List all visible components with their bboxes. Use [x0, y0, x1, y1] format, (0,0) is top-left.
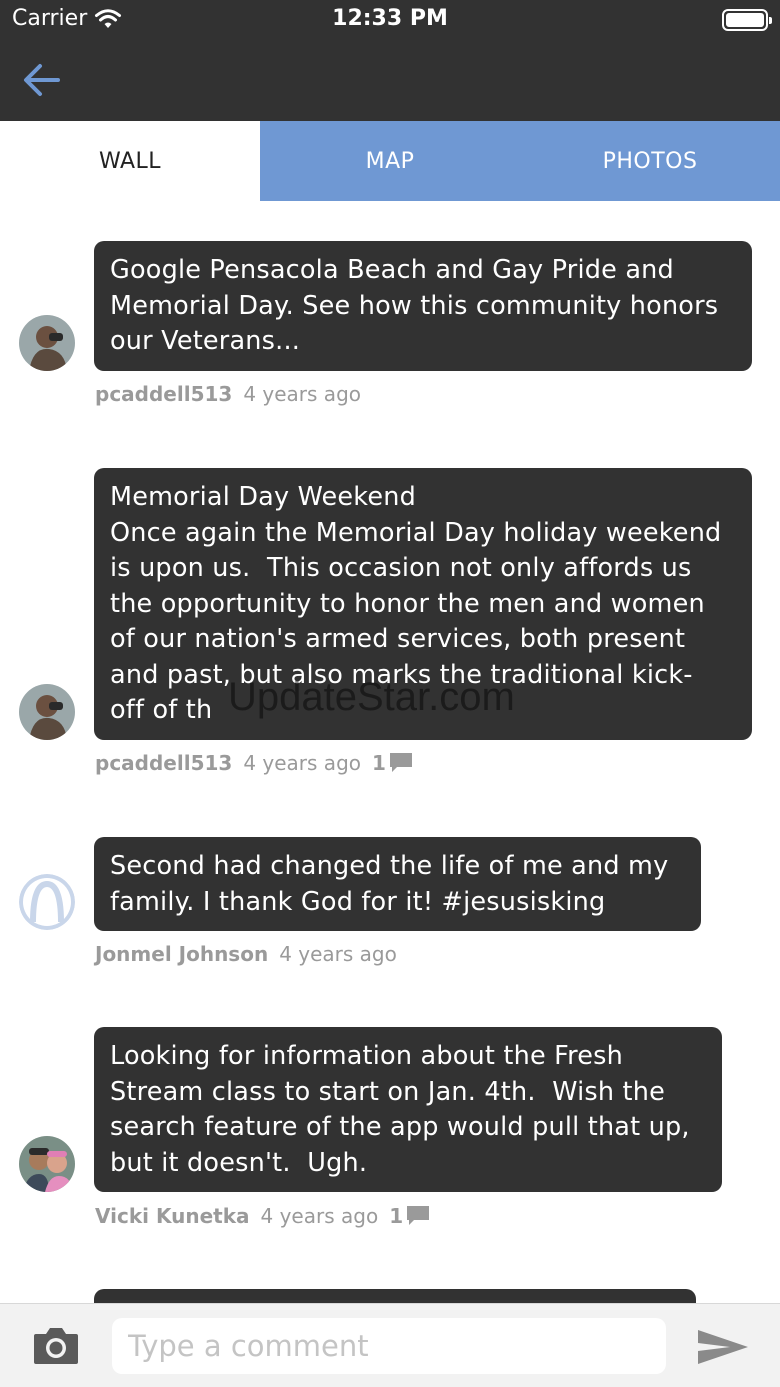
- post-timestamp: 4 years ago: [260, 1204, 379, 1228]
- post-bubble[interactable]: Second had changed the life of me and my…: [94, 837, 701, 931]
- post-meta: Jonmel Johnson 4 years ago: [95, 942, 408, 966]
- post-bubble[interactable]: Looking for information about the Fresh …: [94, 1027, 722, 1192]
- post-bubble[interactable]: [94, 1289, 696, 1303]
- avatar[interactable]: [19, 1136, 75, 1192]
- post-meta: Vicki Kunetka 4 years ago 1: [95, 1204, 430, 1228]
- comment-bubble-icon[interactable]: [406, 1205, 430, 1227]
- tab-photos[interactable]: PHOTOS: [520, 121, 780, 201]
- comment-count[interactable]: 1: [372, 751, 386, 775]
- comment-input[interactable]: [112, 1318, 666, 1374]
- post-bubble[interactable]: Google Pensacola Beach and Gay Pride and…: [94, 241, 752, 371]
- wall-feed[interactable]: Google Pensacola Beach and Gay Pride and…: [0, 201, 780, 1303]
- post-timestamp: 4 years ago: [243, 751, 361, 775]
- post-timestamp: 4 years ago: [279, 942, 397, 966]
- avatar[interactable]: [19, 315, 75, 371]
- post-author[interactable]: pcaddell513: [95, 751, 232, 775]
- avatar[interactable]: [19, 684, 75, 740]
- send-icon[interactable]: [696, 1326, 750, 1368]
- post-author[interactable]: Vicki Kunetka: [95, 1204, 250, 1228]
- comment-count[interactable]: 1: [389, 1204, 403, 1228]
- post-timestamp: 4 years ago: [243, 382, 361, 406]
- tab-wall[interactable]: WALL: [0, 121, 260, 201]
- tab-map[interactable]: MAP: [260, 121, 520, 201]
- comment-composer: [0, 1303, 780, 1387]
- comment-bubble-icon[interactable]: [389, 752, 413, 774]
- back-arrow-icon[interactable]: [18, 56, 66, 104]
- status-bar: Carrier 12:33 PM: [0, 0, 780, 40]
- tab-bar: WALL MAP PHOTOS: [0, 121, 780, 201]
- post-author[interactable]: pcaddell513: [95, 382, 232, 406]
- camera-icon[interactable]: [32, 1324, 80, 1366]
- default-avatar-icon[interactable]: [19, 874, 75, 930]
- post-author[interactable]: Jonmel Johnson: [95, 942, 268, 966]
- post-meta: pcaddell513 4 years ago 1: [95, 751, 413, 775]
- nav-bar: [0, 40, 780, 121]
- post-bubble[interactable]: Memorial Day Weekend Once again the Memo…: [94, 468, 752, 740]
- post-meta: pcaddell513 4 years ago: [95, 382, 372, 406]
- clock: 12:33 PM: [332, 6, 448, 31]
- battery-icon: [722, 9, 772, 31]
